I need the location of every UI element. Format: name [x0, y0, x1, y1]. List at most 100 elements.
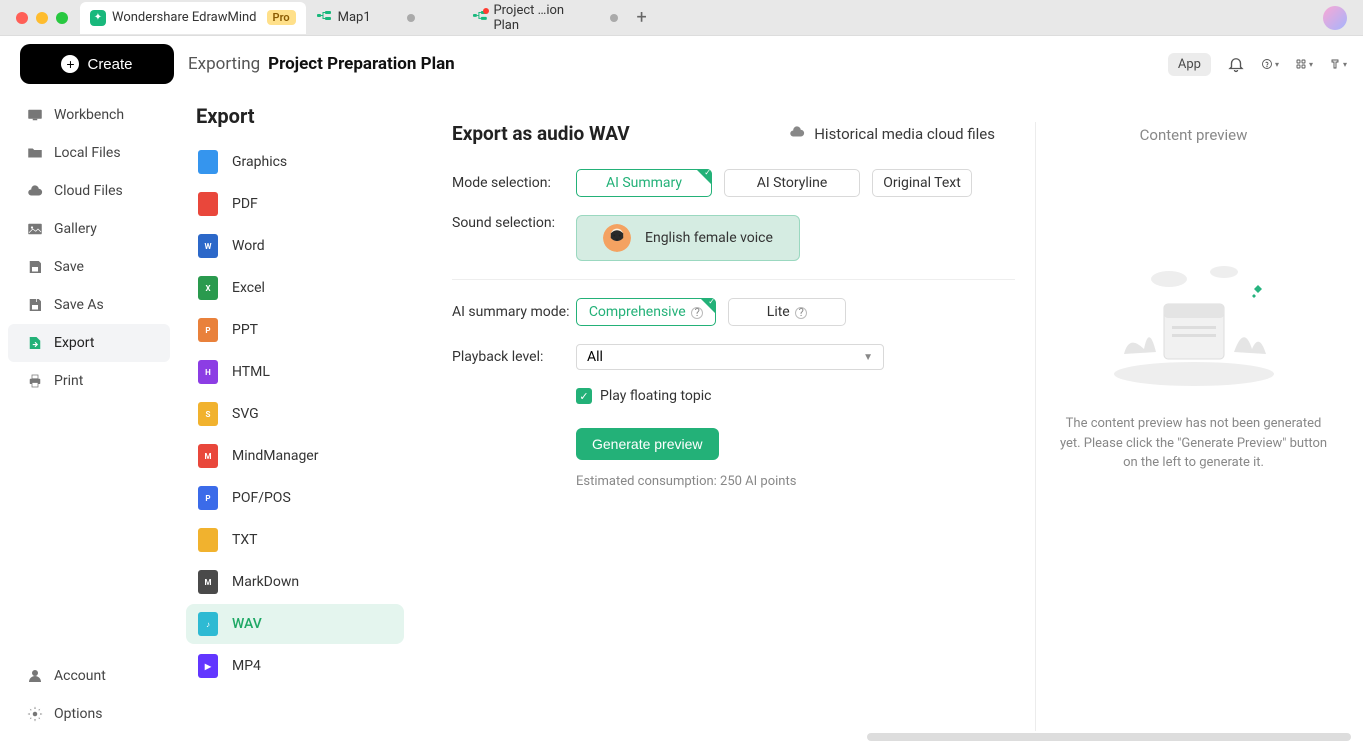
ai-mode-comprehensive[interactable]: Comprehensive ? — [576, 298, 716, 326]
create-label: Create — [87, 56, 132, 73]
tab-label: Map1 — [338, 10, 371, 25]
mindmanager-file-icon: M — [198, 444, 218, 468]
format-item-pdf[interactable]: PDF — [186, 184, 404, 224]
voice-avatar-icon — [603, 224, 631, 252]
format-label: Excel — [232, 280, 265, 296]
minimize-window-button[interactable] — [36, 12, 48, 24]
sidebar-item-save[interactable]: Save — [8, 248, 170, 286]
txt-file-icon — [198, 528, 218, 552]
apps-grid-dropdown[interactable]: ▾ — [1295, 55, 1313, 73]
save-icon — [26, 258, 44, 276]
format-item-wav[interactable]: ♪ WAV — [186, 604, 404, 644]
format-item-pof[interactable]: P POF/POS — [186, 478, 404, 518]
sidebar: Workbench Local Files Cloud Files Galler… — [0, 92, 178, 743]
create-button[interactable]: + Create — [20, 44, 174, 84]
play-floating-topic-checkbox[interactable]: ✓ Play floating topic — [576, 388, 1015, 404]
sidebar-item-label: Cloud Files — [54, 183, 123, 199]
format-item-html[interactable]: H HTML — [186, 352, 404, 392]
plus-icon: + — [61, 55, 79, 73]
mode-option-ai-storyline[interactable]: AI Storyline — [724, 169, 860, 197]
print-icon — [26, 372, 44, 390]
app-name-label: Wondershare EdrawMind — [112, 10, 257, 25]
format-item-mindmanager[interactable]: M MindManager — [186, 436, 404, 476]
folder-icon — [26, 144, 44, 162]
theme-dropdown[interactable]: ▾ — [1329, 55, 1347, 73]
voice-selector-button[interactable]: English female voice — [576, 215, 800, 261]
format-item-markdown[interactable]: M MarkDown — [186, 562, 404, 602]
breadcrumb-section: Exporting — [188, 54, 260, 74]
format-item-excel[interactable]: X Excel — [186, 268, 404, 308]
mode-option-ai-summary[interactable]: AI Summary — [576, 169, 712, 197]
sidebar-item-label: Options — [54, 706, 102, 722]
sidebar-item-label: Print — [54, 373, 83, 389]
window-tabs: ✦ Wondershare EdrawMind Pro Map1 Project… — [80, 0, 656, 35]
document-tab-map1[interactable]: Map1 — [306, 2, 462, 34]
format-item-word[interactable]: W Word — [186, 226, 404, 266]
chevron-down-icon: ▾ — [1343, 60, 1347, 69]
format-label: PPT — [232, 322, 258, 338]
horizontal-scrollbar[interactable] — [867, 733, 1351, 741]
sidebar-item-options[interactable]: Options — [8, 695, 170, 733]
alert-dot-icon — [483, 8, 489, 14]
cloud-link-label: Historical media cloud files — [814, 125, 995, 143]
selected-corner-icon — [700, 298, 716, 314]
sidebar-item-cloud-files[interactable]: Cloud Files — [8, 172, 170, 210]
format-item-svg[interactable]: S SVG — [186, 394, 404, 434]
export-settings-area: Export as audio WAV Historical media clo… — [412, 92, 1363, 743]
voice-label: English female voice — [645, 230, 773, 246]
maximize-window-button[interactable] — [56, 12, 68, 24]
sidebar-item-label: Save As — [54, 297, 104, 313]
close-window-button[interactable] — [16, 12, 28, 24]
playback-level-select[interactable]: All ▼ — [576, 344, 884, 370]
save-as-icon — [26, 296, 44, 314]
app-main-tab[interactable]: ✦ Wondershare EdrawMind Pro — [80, 2, 306, 34]
ai-summary-mode-label: AI summary mode: — [452, 304, 576, 320]
user-avatar[interactable] — [1323, 6, 1347, 30]
tab-label: Project …ion Plan — [493, 3, 591, 33]
format-item-mp4[interactable]: ▶ MP4 — [186, 646, 404, 686]
format-item-ppt[interactable]: P PPT — [186, 310, 404, 350]
excel-file-icon: X — [198, 276, 218, 300]
selected-corner-icon — [696, 169, 712, 185]
format-label: WAV — [232, 616, 262, 632]
sidebar-item-label: Save — [54, 259, 84, 275]
sidebar-item-gallery[interactable]: Gallery — [8, 210, 170, 248]
preview-message: The content preview has not been generat… — [1056, 414, 1331, 473]
checkbox-checked-icon: ✓ — [576, 388, 592, 404]
notifications-icon[interactable] — [1227, 55, 1245, 73]
chevron-down-icon: ▼ — [863, 352, 873, 363]
sidebar-item-account[interactable]: Account — [8, 657, 170, 695]
sidebar-item-save-as[interactable]: Save As — [8, 286, 170, 324]
document-tab-project[interactable]: Project …ion Plan — [462, 2, 628, 34]
app-button[interactable]: App — [1168, 53, 1211, 76]
sidebar-item-label: Export — [54, 335, 94, 351]
sidebar-item-workbench[interactable]: Workbench — [8, 96, 170, 134]
sidebar-item-local-files[interactable]: Local Files — [8, 134, 170, 172]
mode-selection-label: Mode selection: — [452, 175, 576, 191]
format-label: MarkDown — [232, 574, 299, 590]
mode-option-label: AI Storyline — [757, 175, 828, 191]
pro-badge: Pro — [267, 10, 296, 25]
historical-media-link[interactable]: Historical media cloud files — [788, 123, 995, 145]
export-icon — [26, 334, 44, 352]
sidebar-item-print[interactable]: Print — [8, 362, 170, 400]
generate-preview-button[interactable]: Generate preview — [576, 428, 719, 460]
format-label: TXT — [232, 532, 257, 548]
format-label: Graphics — [232, 154, 287, 170]
format-item-txt[interactable]: TXT — [186, 520, 404, 560]
help-icon[interactable]: ? — [795, 307, 807, 319]
checkbox-label: Play floating topic — [600, 388, 711, 404]
sidebar-item-export[interactable]: Export — [8, 324, 170, 362]
page-title: Project Preparation Plan — [268, 54, 455, 74]
help-dropdown[interactable]: ▾ — [1261, 55, 1279, 73]
format-item-graphics[interactable]: Graphics — [186, 142, 404, 182]
cloud-upload-icon — [788, 123, 806, 145]
unsaved-indicator-icon — [407, 14, 415, 22]
ai-mode-lite[interactable]: Lite ? — [728, 298, 846, 326]
cloud-icon — [26, 182, 44, 200]
mode-option-original-text[interactable]: Original Text — [872, 169, 972, 197]
add-tab-button[interactable]: + — [628, 4, 656, 32]
svg-file-icon: S — [198, 402, 218, 426]
unsaved-indicator-icon — [610, 14, 618, 22]
wav-file-icon: ♪ — [198, 612, 218, 636]
